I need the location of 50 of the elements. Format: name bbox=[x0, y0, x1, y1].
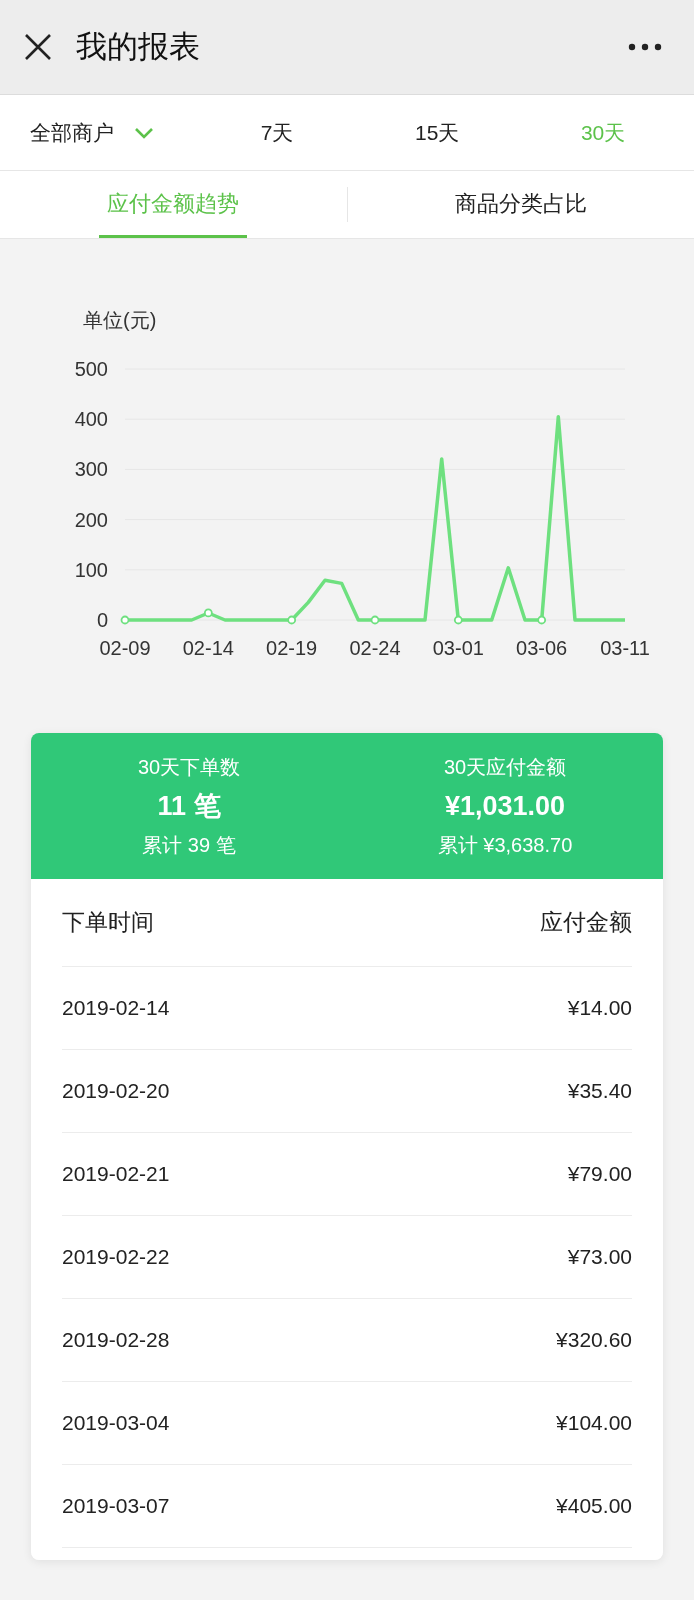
data-point bbox=[537, 615, 547, 625]
x-axis-label: 03-06 bbox=[516, 637, 568, 659]
x-axis-label: 03-01 bbox=[432, 637, 484, 659]
data-point bbox=[287, 615, 297, 625]
merchant-dropdown[interactable]: 全部商户 bbox=[30, 116, 200, 149]
stat-value: 11 笔 bbox=[157, 789, 221, 823]
table-cell-text: ¥405.00 bbox=[556, 1493, 632, 1520]
table-cell-text: 2019-02-22 bbox=[62, 1244, 170, 1271]
chevron-down-icon bbox=[134, 126, 154, 139]
stat-label: 30天应付金额 bbox=[443, 754, 567, 780]
table-cell-text: 2019-03-07 bbox=[62, 1493, 170, 1520]
table-cell-text: ¥104.00 bbox=[556, 1410, 632, 1437]
data-point bbox=[203, 608, 213, 618]
table-cell-text: 2019-02-21 bbox=[62, 1161, 170, 1188]
table-cell-text: ¥73.00 bbox=[567, 1244, 632, 1271]
x-axis-label: 03-11 bbox=[600, 637, 650, 659]
data-point bbox=[453, 615, 463, 625]
range-tab[interactable]: 7天 bbox=[260, 116, 294, 149]
y-axis-label: 400 bbox=[74, 408, 108, 431]
x-axis-label: 02-09 bbox=[99, 637, 151, 659]
y-axis-label: 0 bbox=[96, 609, 108, 631]
stat-value: ¥1,031.00 bbox=[444, 789, 566, 823]
data-point bbox=[120, 615, 130, 625]
table-cell-text: ¥14.00 bbox=[567, 995, 632, 1022]
column-header: 应付金额 bbox=[540, 908, 632, 938]
x-axis-label: 02-24 bbox=[349, 637, 401, 659]
stat-label: 30天下单数 bbox=[137, 754, 241, 780]
table-cell-text: ¥79.00 bbox=[567, 1161, 632, 1188]
y-axis-label: 300 bbox=[74, 458, 108, 481]
y-axis-label: 100 bbox=[74, 558, 108, 581]
table-cell-text: ¥35.40 bbox=[567, 1078, 632, 1105]
page-title: 我的报表 bbox=[76, 27, 200, 66]
table-cell-text: 2019-02-14 bbox=[62, 995, 170, 1022]
y-axis-label: 500 bbox=[74, 358, 108, 380]
table-cell-text: 2019-02-28 bbox=[62, 1327, 170, 1354]
stat-total: 累计 39 笔 bbox=[142, 833, 236, 859]
table-cell-text: ¥320.60 bbox=[556, 1327, 632, 1354]
y-axis-label: 200 bbox=[74, 508, 108, 531]
stat-total: 累计 ¥3,638.70 bbox=[437, 833, 573, 859]
range-tab[interactable]: 15天 bbox=[415, 116, 460, 149]
view-tab[interactable]: 商品分类占比 bbox=[446, 171, 595, 238]
table-cell-text: 2019-02-20 bbox=[62, 1078, 170, 1105]
column-header: 下单时间 bbox=[62, 908, 154, 938]
axis-unit-label: 单位(元) bbox=[83, 309, 157, 331]
table-cell-text: 2019-03-04 bbox=[62, 1410, 170, 1437]
x-axis-label: 02-19 bbox=[266, 637, 318, 659]
close-icon[interactable] bbox=[24, 33, 52, 61]
data-point bbox=[370, 615, 380, 625]
more-icon[interactable] bbox=[628, 43, 662, 51]
x-axis-label: 02-14 bbox=[182, 637, 234, 659]
